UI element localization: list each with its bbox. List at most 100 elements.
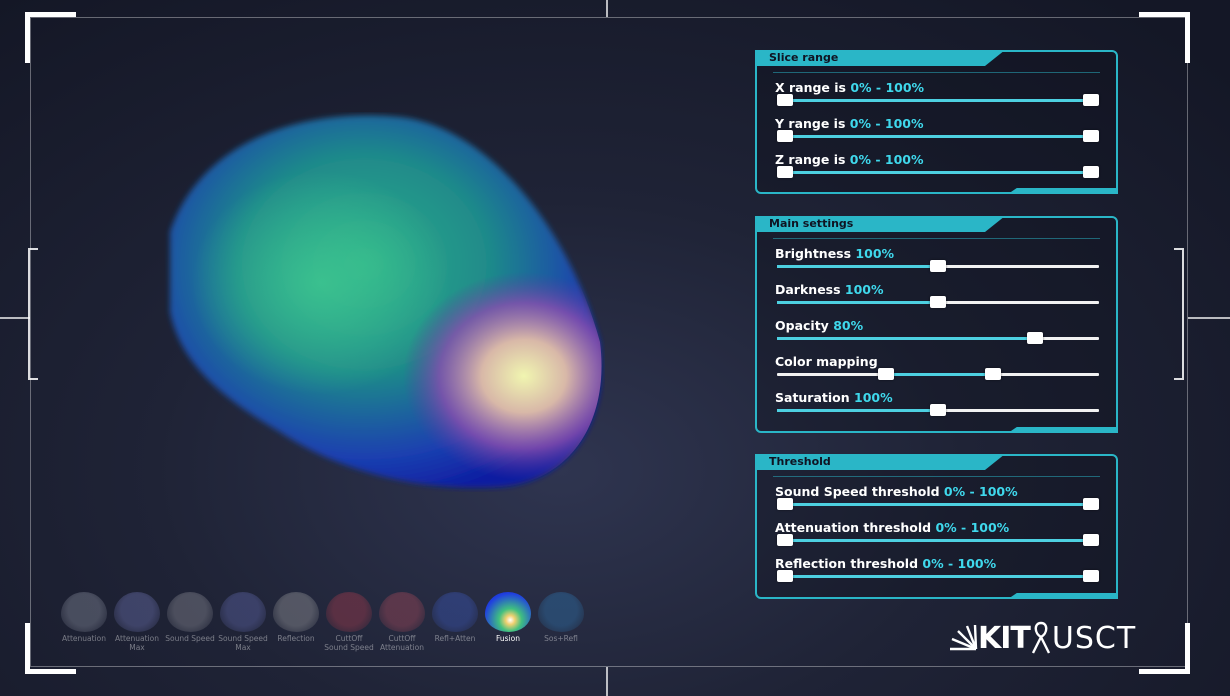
render-mode-cuttoff-sound-speed[interactable]: CuttOff Sound Speed (323, 592, 375, 652)
slider-thumb-high[interactable] (1083, 166, 1099, 178)
render-mode-reflection[interactable]: Reflection (270, 592, 322, 643)
render-mode-label: Attenuation Max (115, 634, 159, 652)
frame-tick (606, 0, 608, 17)
render-mode-sound-speed[interactable]: Sound Speed (164, 592, 216, 643)
slider-thumb-high[interactable] (1083, 130, 1099, 142)
render-mode-sound-speed-max[interactable]: Sound Speed Max (217, 592, 269, 652)
volume-render[interactable] (160, 112, 605, 492)
render-mode-label: Sos+Refl (544, 634, 578, 643)
slider-fill (777, 99, 1099, 102)
slider-label: Color mapping (775, 354, 878, 369)
slider-name: Saturation (775, 390, 855, 405)
slider-thumb-high[interactable] (984, 368, 1001, 380)
frame-corner (1139, 623, 1190, 674)
slider-label: Attenuation threshold 0% - 100% (775, 520, 1009, 535)
slider-label: Brightness 100% (775, 246, 894, 261)
render-mode-preview (538, 592, 584, 632)
kit-fan-icon (950, 625, 978, 651)
frame-side-tab (28, 248, 38, 380)
slider-thumb-low[interactable] (777, 534, 793, 546)
slider-label: Reflection threshold 0% - 100% (775, 556, 996, 571)
slider-track[interactable] (777, 404, 1099, 416)
render-mode-label: CuttOff Attenuation (380, 634, 424, 652)
slider-label: Y range is 0% - 100% (775, 116, 924, 131)
slider-name: X range is (775, 80, 851, 95)
slider-track[interactable] (777, 296, 1099, 308)
slider-name: Reflection threshold (775, 556, 923, 571)
render-mode-label: Refl+Atten (434, 634, 476, 643)
frame-corner (25, 12, 76, 63)
slider-track[interactable] (777, 332, 1099, 344)
slider-track[interactable] (777, 570, 1099, 582)
render-mode-label: Reflection (277, 634, 315, 643)
slider-value: 0% - 100% (849, 152, 924, 167)
frame-side-tab (1174, 248, 1184, 380)
slider-thumb-low[interactable] (777, 94, 793, 106)
slider-thumb[interactable] (930, 260, 946, 272)
slider-fill (777, 135, 1099, 138)
render-mode-label: Fusion (496, 634, 520, 643)
slider-row: Y range is 0% - 100% (775, 116, 1099, 150)
slider-row: Brightness 100% (775, 246, 1099, 280)
slider-thumb-high[interactable] (1083, 94, 1099, 106)
render-mode-refl-atten[interactable]: Refl+Atten (429, 592, 481, 643)
render-mode-preview (485, 592, 531, 632)
render-mode-preview (273, 592, 319, 632)
slider-track[interactable] (777, 534, 1099, 546)
render-mode-cuttoff-attenuation[interactable]: CuttOff Attenuation (376, 592, 428, 652)
render-mode-attenuation-max[interactable]: Attenuation Max (111, 592, 163, 652)
slider-thumb[interactable] (1026, 332, 1043, 344)
slider-value: 0% - 100% (849, 116, 924, 131)
render-mode-sos-refl[interactable]: Sos+Refl (535, 592, 587, 643)
slider-value: 100% (855, 246, 895, 261)
frame-tick (0, 317, 30, 319)
threshold-panel: Threshold Sound Speed threshold 0% - 100… (755, 454, 1118, 599)
render-mode-preview (61, 592, 107, 632)
panel-divider (773, 72, 1100, 73)
slider-track[interactable] (777, 166, 1099, 178)
panel-divider (773, 476, 1100, 477)
render-mode-fusion[interactable]: Fusion (482, 592, 534, 643)
slider-track[interactable] (777, 130, 1099, 142)
slider-name: Color mapping (775, 354, 878, 369)
slider-thumb-high[interactable] (1083, 570, 1099, 582)
slider-row: Attenuation threshold 0% - 100% (775, 520, 1099, 554)
slider-label: Opacity 80% (775, 318, 863, 333)
slider-row: Color mapping (775, 354, 1099, 388)
slider-thumb-low[interactable] (777, 130, 793, 142)
slice-range-panel: Slice range X range is 0% - 100% Y range … (755, 50, 1118, 194)
slider-name: Sound Speed threshold (775, 484, 944, 499)
slider-thumb-low[interactable] (777, 498, 793, 510)
render-mode-preview (167, 592, 213, 632)
slider-track[interactable] (777, 368, 1099, 380)
slider-track[interactable] (777, 260, 1099, 272)
slider-name: Z range is (775, 152, 850, 167)
slider-thumb[interactable] (930, 404, 946, 416)
render-mode-label: Sound Speed Max (218, 634, 268, 652)
slider-fill (777, 171, 1099, 174)
slider-fill (777, 539, 1099, 542)
slider-row: Sound Speed threshold 0% - 100% (775, 484, 1099, 518)
slider-label: Darkness 100% (775, 282, 884, 297)
render-mode-attenuation[interactable]: Attenuation (58, 592, 110, 643)
panel-accent (1008, 593, 1118, 599)
slider-fill (777, 503, 1099, 506)
slider-thumb-low[interactable] (878, 368, 895, 380)
slider-track[interactable] (777, 94, 1099, 106)
render-mode-label: CuttOff Sound Speed (324, 634, 374, 652)
slider-row: Z range is 0% - 100% (775, 152, 1099, 186)
slider-label: X range is 0% - 100% (775, 80, 924, 95)
slider-track[interactable] (777, 498, 1099, 510)
slider-thumb-high[interactable] (1083, 498, 1099, 510)
slider-value: 100% (844, 282, 884, 297)
render-mode-preview (326, 592, 372, 632)
slider-thumb-low[interactable] (777, 166, 793, 178)
slider-value: 0% - 100% (943, 484, 1018, 499)
slider-thumb-low[interactable] (777, 570, 793, 582)
slider-thumb-high[interactable] (1083, 534, 1099, 546)
panel-tab: Slice range (755, 50, 1005, 66)
panel-divider (773, 238, 1100, 239)
slider-thumb[interactable] (930, 296, 946, 308)
main-settings-panel: Main settings Brightness 100% Darkness 10… (755, 216, 1118, 433)
panel-title: Slice range (769, 51, 839, 64)
